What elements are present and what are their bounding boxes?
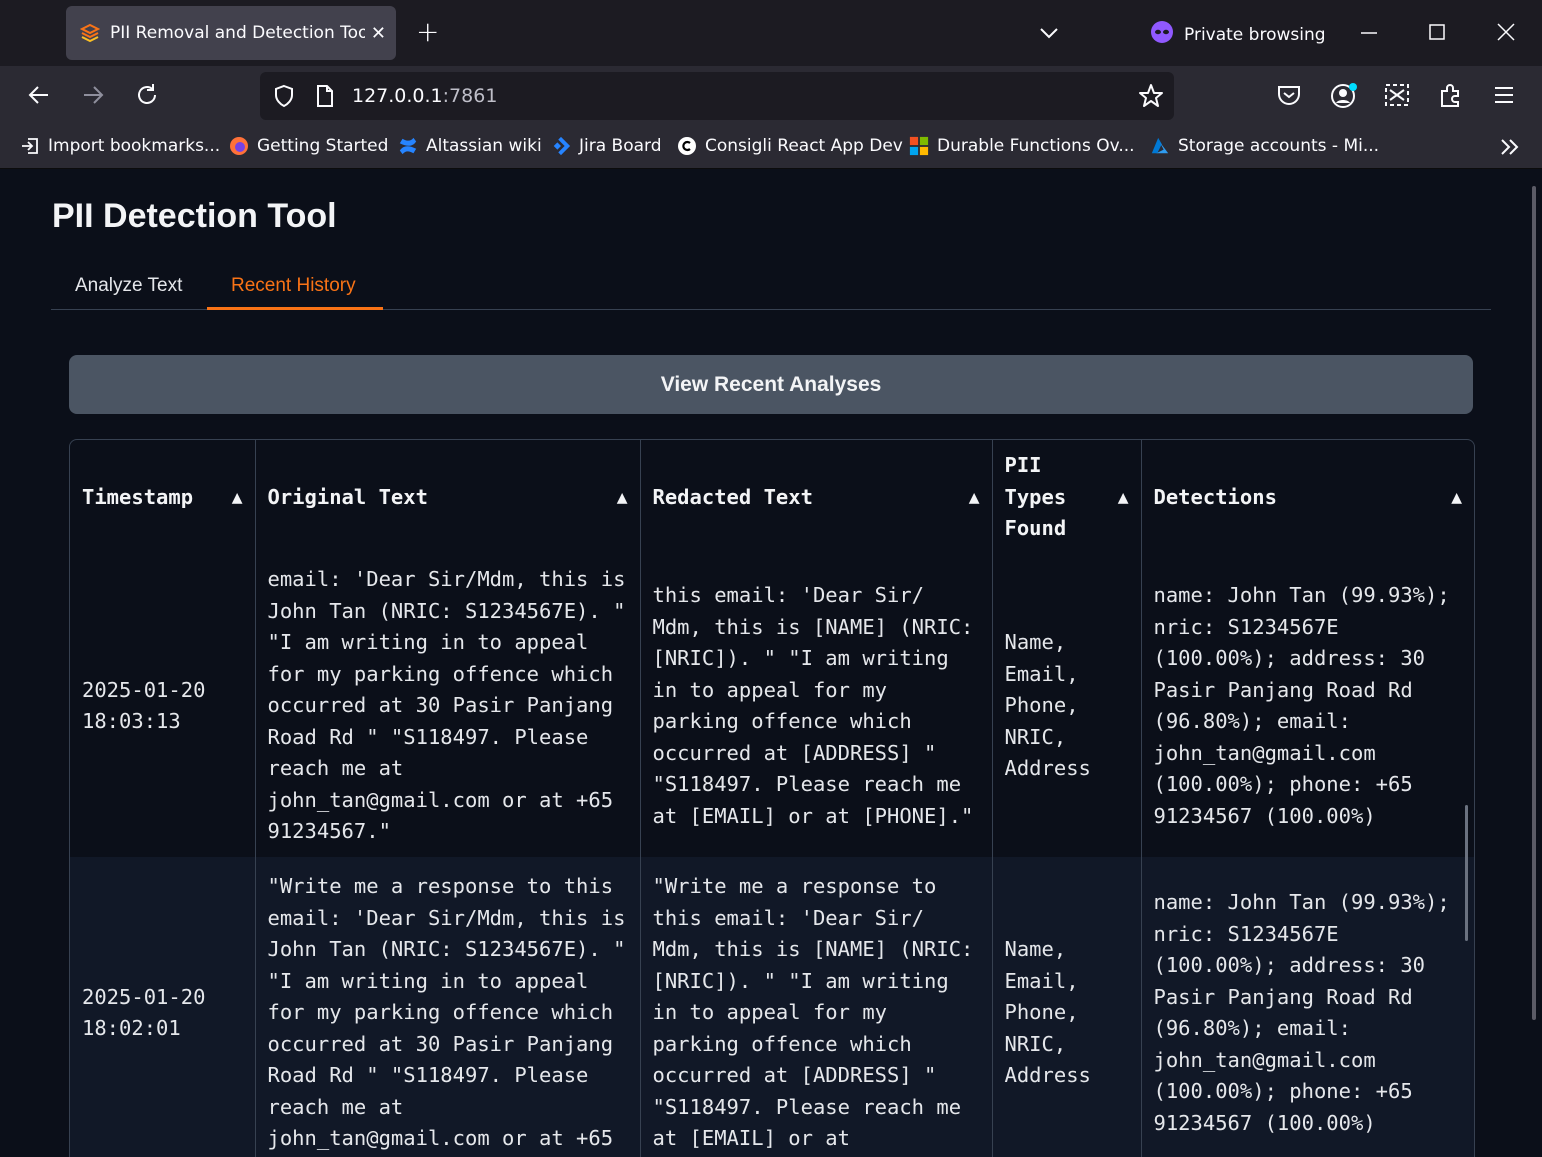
- header-detections[interactable]: Detections ▲: [1141, 440, 1474, 555]
- shield-icon[interactable]: [272, 84, 296, 112]
- page-content: PII Detection Tool Analyze Text Recent H…: [0, 169, 1542, 1157]
- minimize-icon[interactable]: [1360, 20, 1378, 48]
- extensions-icon[interactable]: [1438, 82, 1464, 112]
- browser-tab[interactable]: PII Removal and Detection Tool ✕: [66, 6, 396, 60]
- table-row[interactable]: 2025-01-20 18:03:13 email: 'Dear Sir/Mdm…: [70, 555, 1474, 857]
- more-bookmarks-chevrons-icon[interactable]: [1498, 135, 1522, 159]
- consigli-icon: [677, 136, 697, 156]
- sort-triangle-icon[interactable]: ▲: [232, 490, 243, 506]
- bookmark-jira-board[interactable]: Jira Board: [551, 136, 662, 156]
- private-browsing-label: Private browsing: [1184, 24, 1326, 45]
- sort-triangle-icon[interactable]: ▲: [969, 490, 980, 506]
- url-text[interactable]: 127.0.0.1:7861: [352, 85, 497, 107]
- bookmark-label: Consigli React App Dev: [705, 136, 903, 156]
- cell-pii-types[interactable]: Name, Email, Phone, NRIC, Address: [992, 857, 1142, 1157]
- url-host: 127.0.0.1: [352, 85, 443, 107]
- header-label: Original Text: [267, 484, 428, 509]
- private-mask-icon: [1150, 20, 1174, 49]
- import-icon: [20, 136, 40, 156]
- private-browsing-indicator: Private browsing: [1150, 20, 1326, 49]
- bookmark-label: Durable Functions Ov...: [937, 136, 1135, 156]
- page-title: PII Detection Tool: [52, 197, 337, 235]
- forward-arrow-icon[interactable]: [80, 82, 106, 112]
- browser-toolbar: 127.0.0.1:7861: [0, 66, 1542, 128]
- header-label: Detections: [1153, 484, 1277, 509]
- cell-pii-types[interactable]: Name, Email, Phone, NRIC, Address: [992, 555, 1142, 857]
- browser-titlebar: PII Removal and Detection Tool ✕ + Priva…: [0, 0, 1542, 66]
- confluence-icon: [398, 136, 418, 156]
- account-icon[interactable]: [1330, 82, 1358, 114]
- bookmarks-bar: Import bookmarks... Getting Started Alta…: [0, 128, 1542, 169]
- cell-detections[interactable]: name: John Tan (99.93%); nric: S1234567E…: [1141, 555, 1474, 857]
- page-scrollbar[interactable]: [1532, 186, 1536, 1020]
- bookmark-label: Import bookmarks...: [48, 136, 221, 156]
- cell-redacted-text[interactable]: "Write me a response to this email: 'Dea…: [640, 857, 993, 1157]
- tab-close-icon[interactable]: ✕: [371, 23, 386, 44]
- page-icon[interactable]: [314, 84, 336, 112]
- bookmark-import[interactable]: Import bookmarks...: [20, 136, 220, 156]
- jira-icon: [551, 136, 571, 156]
- header-label: Redacted Text: [652, 484, 813, 509]
- new-tab-icon[interactable]: +: [416, 18, 439, 46]
- cell-timestamp[interactable]: 2025-01-20 18:02:01: [70, 857, 256, 1157]
- bookmark-label: Jira Board: [579, 136, 662, 156]
- url-port: :7861: [442, 85, 498, 107]
- table-scrollbar[interactable]: [1465, 805, 1468, 941]
- url-bar[interactable]: 127.0.0.1:7861: [260, 72, 1174, 120]
- azure-icon: [1150, 136, 1170, 156]
- table-header-row: Timestamp ▲ Original Text ▲ Redacted Text ▲…: [70, 440, 1474, 555]
- header-redacted-text[interactable]: Redacted Text ▲: [640, 440, 993, 555]
- bookmark-label: Getting Started: [257, 136, 389, 156]
- bookmark-getting-started[interactable]: Getting Started: [229, 136, 388, 156]
- active-tab-underline: [207, 307, 383, 310]
- tab-recent-history[interactable]: Recent History: [231, 275, 356, 297]
- cell-detections[interactable]: name: John Tan (99.93%); nric: S1234567E…: [1141, 857, 1474, 1157]
- header-original-text[interactable]: Original Text ▲: [255, 440, 641, 555]
- back-arrow-icon[interactable]: [26, 82, 52, 112]
- cell-redacted-text[interactable]: this email: 'Dear Sir/ Mdm, this is [NAM…: [640, 555, 993, 857]
- bookmark-label: Altassian wiki: [426, 136, 542, 156]
- chevron-down-icon[interactable]: [1038, 22, 1060, 48]
- bookmark-durable-functions[interactable]: Durable Functions Ov...: [909, 136, 1135, 156]
- bookmark-storage-accounts[interactable]: Storage accounts - Mi...: [1150, 136, 1379, 156]
- history-table: Timestamp ▲ Original Text ▲ Redacted Text ▲…: [69, 439, 1475, 1157]
- header-timestamp[interactable]: Timestamp ▲: [70, 440, 256, 555]
- bookmark-star-icon[interactable]: [1138, 83, 1164, 113]
- microsoft-icon: [909, 136, 929, 156]
- cell-original-text[interactable]: "Write me a response to this email: 'Dea…: [255, 857, 641, 1157]
- pocket-icon[interactable]: [1276, 82, 1302, 112]
- view-recent-analyses-button[interactable]: View Recent Analyses: [69, 355, 1473, 414]
- app-tabs: Analyze Text Recent History: [51, 261, 1491, 310]
- table-row[interactable]: 2025-01-20 18:02:01 "Write me a response…: [70, 857, 1474, 1157]
- header-pii-types-found[interactable]: PII Types Found ▲: [992, 440, 1142, 555]
- sort-triangle-icon[interactable]: ▲: [1451, 490, 1462, 506]
- header-label: PII Types Found: [1004, 453, 1067, 541]
- maximize-icon[interactable]: [1428, 20, 1446, 48]
- screenshot-icon[interactable]: [1383, 82, 1411, 112]
- firefox-icon: [229, 136, 249, 156]
- sort-triangle-icon[interactable]: ▲: [1118, 490, 1129, 506]
- close-window-icon[interactable]: [1496, 20, 1516, 48]
- cell-original-text[interactable]: email: 'Dear Sir/Mdm, this is John Tan (…: [255, 555, 641, 857]
- bookmark-altassian-wiki[interactable]: Altassian wiki: [398, 136, 542, 156]
- hamburger-menu-icon[interactable]: [1492, 82, 1516, 112]
- bookmark-label: Storage accounts - Mi...: [1178, 136, 1380, 156]
- tab-title: PII Removal and Detection Tool: [110, 23, 365, 43]
- sort-triangle-icon[interactable]: ▲: [617, 490, 628, 506]
- tab-analyze-text[interactable]: Analyze Text: [75, 275, 182, 297]
- bookmark-consigli[interactable]: Consigli React App Dev: [677, 136, 903, 156]
- reload-icon[interactable]: [134, 82, 160, 112]
- header-label: Timestamp: [82, 484, 194, 509]
- gradio-favicon-icon: [80, 23, 100, 43]
- cell-timestamp[interactable]: 2025-01-20 18:03:13: [70, 555, 256, 857]
